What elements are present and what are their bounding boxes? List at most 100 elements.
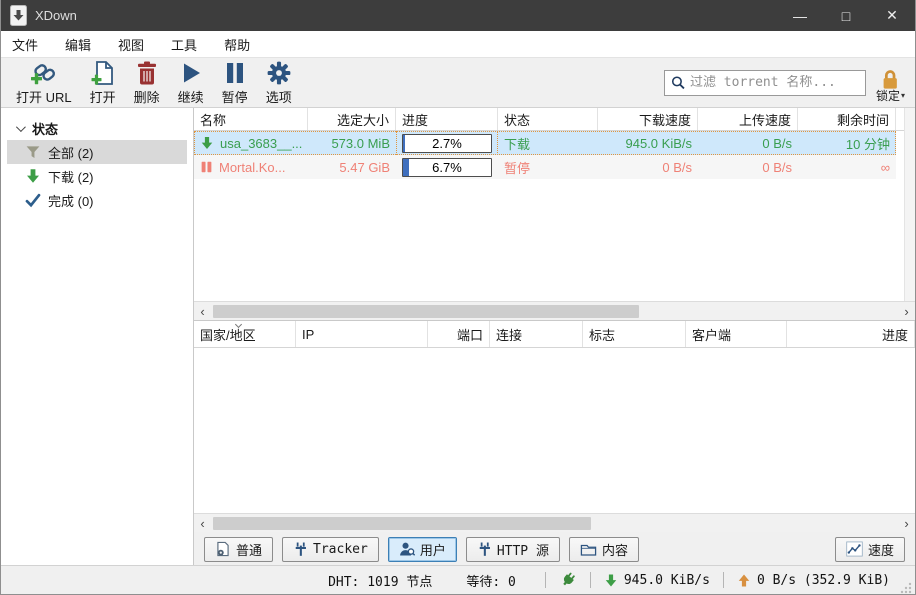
delete-button[interactable]: 删除: [125, 59, 169, 107]
progress-bar: 6.7%: [402, 157, 492, 177]
vertical-scrollbar-track[interactable]: [904, 108, 915, 301]
speed-graph-button[interactable]: 速度: [834, 536, 905, 562]
column-header-status[interactable]: 状态: [498, 108, 598, 130]
column-header-flags[interactable]: 标志: [583, 321, 686, 347]
tab-content[interactable]: 内容: [568, 536, 639, 562]
scroll-right-icon[interactable]: ›: [898, 303, 915, 320]
close-button[interactable]: ✕: [869, 0, 915, 31]
tool-label: 暂停: [221, 89, 248, 105]
file-add-icon: [91, 60, 113, 85]
sidebar-group-label: 状态: [32, 121, 59, 137]
menu-edit[interactable]: 编辑: [56, 31, 100, 57]
downloads-h-scrollbar[interactable]: ‹ ›: [194, 301, 915, 320]
tab-label: Tracker: [313, 541, 368, 557]
tracker-icon: [295, 542, 306, 556]
torrent-down-speed: 945.0 KiB/s: [625, 135, 693, 151]
waiting-status: 等待: 0: [466, 574, 516, 590]
torrent-eta: 10 分钟: [845, 136, 890, 152]
filter-search-box: [663, 69, 866, 96]
column-header-port[interactable]: 端口: [428, 321, 490, 347]
total-down-speed: 945.0 KiB/s: [604, 573, 710, 588]
progress-cell: 2.7%: [396, 131, 498, 155]
sidebar-item-all[interactable]: 全部 (2): [7, 140, 187, 164]
column-header-size[interactable]: 选定大小: [308, 108, 396, 130]
trash-icon: [137, 61, 156, 84]
lock-dropdown-arrow: ▾: [900, 90, 905, 100]
peers-table: 国家/地区 IP 端口 连接 标志 客户端 进度 ‹ ›: [194, 320, 915, 532]
scrollbar-thumb[interactable]: [213, 304, 639, 318]
torrent-name: Mortal.Ko...: [219, 159, 286, 175]
downloads-table-header: 名称 选定大小 进度 状态 下载速度 上传速度 剩余时间: [194, 108, 915, 131]
menu-tools[interactable]: 工具: [162, 31, 206, 57]
scroll-left-icon[interactable]: ‹: [194, 515, 211, 532]
menu-file[interactable]: 文件: [3, 31, 47, 57]
filter-search-input[interactable]: [689, 75, 859, 90]
column-header-up-speed[interactable]: 上传速度: [698, 108, 798, 130]
column-header-client[interactable]: 客户端: [686, 321, 787, 347]
app-logo-icon: [10, 5, 27, 26]
tool-label: 打开: [89, 89, 116, 105]
torrent-up-speed: 0 B/s: [762, 159, 792, 175]
check-icon: [25, 193, 41, 208]
scroll-left-icon[interactable]: ‹: [194, 303, 211, 320]
torrent-size: 573.0 MiB: [331, 135, 390, 151]
column-header-connection[interactable]: 连接: [490, 321, 583, 347]
table-row-download-2[interactable]: Mortal.Ko... 5.47 GiB 6.7% 暂停 0 B/s 0 B/…: [194, 155, 896, 179]
connection-plug-icon: [563, 572, 575, 586]
column-header-eta[interactable]: 剩余时间: [798, 108, 896, 130]
table-row-download-1[interactable]: usa_3683__... 573.0 MiB 2.7% 下载 945.0 Ki…: [194, 131, 896, 155]
torrent-status: 暂停: [504, 160, 531, 176]
column-header-progress[interactable]: 进度: [787, 321, 915, 347]
torrent-size: 5.47 GiB: [339, 159, 390, 175]
menu-bar: 文件 编辑 视图 工具 帮助: [1, 31, 915, 57]
speed-button-label: 速度: [867, 543, 894, 559]
options-button[interactable]: 选项: [257, 59, 301, 107]
resize-grip[interactable]: [900, 582, 912, 594]
progress-text: 2.7%: [432, 135, 462, 151]
content-panel: 名称 选定大小 进度 状态 下载速度 上传速度 剩余时间 usa_3683__.…: [194, 108, 915, 566]
search-icon: [671, 76, 685, 90]
sidebar-group-status[interactable]: 状态: [1, 116, 193, 140]
filter-icon: [26, 146, 40, 158]
minimize-button[interactable]: —: [777, 0, 823, 31]
open-file-button[interactable]: 打开: [81, 59, 125, 107]
tool-label: 继续: [177, 89, 204, 105]
up-speed-text: 0 B/s (352.9 KiB): [756, 572, 890, 588]
sidebar-item-label: 完成 (0): [48, 193, 94, 209]
play-icon: [183, 63, 200, 82]
sidebar-item-label: 下载 (2): [48, 169, 94, 185]
column-header-ip[interactable]: IP: [296, 321, 428, 347]
lock-button[interactable]: 锁定 ▾: [876, 69, 905, 102]
pause-status-icon: [201, 161, 212, 173]
open-url-button[interactable]: 打开 URL: [7, 59, 81, 107]
menu-help[interactable]: 帮助: [215, 31, 259, 57]
torrent-down-speed: 0 B/s: [662, 159, 692, 175]
tab-general[interactable]: 普通: [204, 536, 274, 562]
scroll-right-icon[interactable]: ›: [898, 515, 915, 532]
column-header-down-speed[interactable]: 下载速度: [598, 108, 698, 130]
tab-tracker[interactable]: Tracker: [282, 536, 379, 562]
down-arrow-icon: [605, 574, 617, 586]
column-header-country[interactable]: 国家/地区: [194, 320, 296, 347]
peers-h-scrollbar[interactable]: ‹ ›: [194, 513, 915, 532]
sidebar-item-completed[interactable]: 完成 (0): [7, 188, 187, 212]
progress-bar: 2.7%: [402, 133, 492, 153]
column-header-progress[interactable]: 进度: [396, 108, 498, 130]
menu-view[interactable]: 视图: [109, 31, 153, 57]
download-arrow-icon: [27, 169, 39, 183]
tool-label: 选项: [265, 89, 292, 105]
tab-http-source[interactable]: HTTP 源: [465, 536, 560, 562]
maximize-button[interactable]: □: [823, 0, 869, 31]
column-header-name[interactable]: 名称: [194, 108, 308, 130]
torrent-eta: ∞: [880, 159, 890, 175]
tab-label: HTTP 源: [496, 543, 549, 559]
sidebar-item-downloading[interactable]: 下载 (2): [7, 164, 187, 188]
progress-text: 6.7%: [432, 159, 462, 175]
http-source-icon: [479, 542, 490, 556]
peers-table-body: [194, 348, 915, 513]
resume-button[interactable]: 继续: [169, 59, 213, 107]
pause-button[interactable]: 暂停: [213, 59, 257, 107]
scrollbar-thumb[interactable]: [213, 516, 591, 530]
tab-peers[interactable]: 用户: [387, 536, 457, 562]
peers-table-header: 国家/地区 IP 端口 连接 标志 客户端 进度: [194, 320, 915, 348]
